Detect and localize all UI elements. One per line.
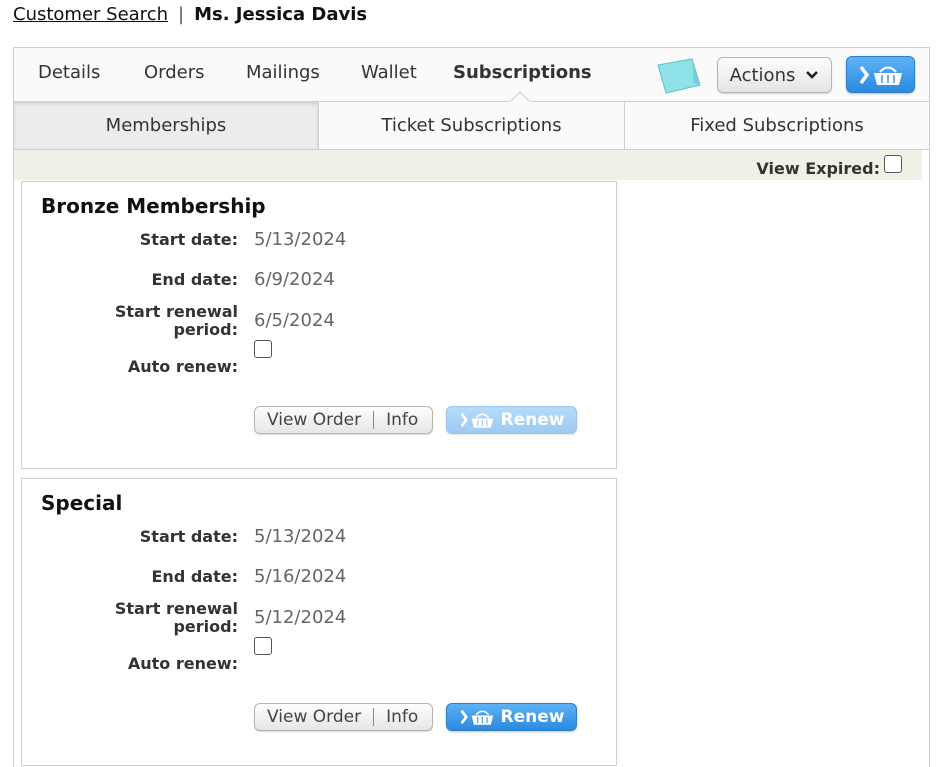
renewal-period-label: Start renewal period:	[115, 600, 238, 636]
start-date-value: 5/13/2024	[254, 526, 347, 547]
customer-name: Ms. Jessica Davis	[194, 4, 368, 25]
view-order-info-button: View Order Info	[254, 703, 433, 731]
subtab-memberships[interactable]: Memberships	[14, 102, 319, 149]
renewal-period-label-line2: period:	[173, 617, 238, 636]
view-order-info-button: View Order Info	[254, 406, 433, 434]
main-tab-bar: Details Orders Mailings Wallet Subscript…	[14, 48, 929, 103]
subtab-fixed-subscriptions[interactable]: Fixed Subscriptions	[625, 102, 929, 149]
info-button[interactable]: Info	[374, 410, 430, 430]
tab-mailings[interactable]: Mailings	[246, 62, 320, 83]
start-date-label: Start date:	[139, 527, 238, 546]
start-date-value: 5/13/2024	[254, 229, 347, 250]
sticky-note-icon[interactable]	[654, 55, 704, 95]
subtab-label: Memberships	[105, 115, 227, 136]
view-expired-label: View Expired:	[756, 159, 880, 178]
subtab-label: Fixed Subscriptions	[690, 115, 864, 136]
auto-renew-checkbox[interactable]	[254, 340, 272, 358]
renew-button[interactable]: Renew	[446, 703, 577, 731]
auto-renew-checkbox[interactable]	[254, 637, 272, 655]
end-date-label: End date:	[151, 567, 239, 586]
end-date-value: 5/16/2024	[254, 566, 347, 587]
subscription-subtabs: Memberships Ticket Subscriptions Fixed S…	[14, 102, 929, 150]
actions-button[interactable]: Actions	[717, 57, 832, 93]
membership-card: Bronze Membership Start date: 5/13/2024 …	[21, 181, 617, 469]
actions-label: Actions	[729, 64, 796, 86]
view-order-button[interactable]: View Order	[255, 707, 373, 727]
end-date-value: 6/9/2024	[254, 269, 335, 290]
chevron-down-icon	[806, 71, 819, 79]
customer-search-link[interactable]: Customer Search	[13, 4, 168, 25]
auto-renew-label: Auto renew:	[127, 357, 238, 376]
add-to-cart-button[interactable]	[846, 56, 915, 93]
renew-button[interactable]: Renew	[446, 406, 577, 434]
tab-orders[interactable]: Orders	[144, 62, 205, 83]
membership-title: Bronze Membership	[41, 194, 266, 218]
breadcrumb-separator: |	[178, 4, 185, 25]
basket-icon	[460, 413, 493, 428]
info-button[interactable]: Info	[374, 707, 430, 727]
renewal-period-value: 5/12/2024	[254, 607, 347, 628]
end-date-label: End date:	[151, 270, 239, 289]
subtab-label: Ticket Subscriptions	[381, 115, 562, 136]
renew-label: Renew	[500, 410, 565, 430]
renewal-period-label: Start renewal period:	[115, 303, 238, 339]
filter-bar: View Expired:	[14, 150, 922, 180]
customer-panel: Details Orders Mailings Wallet Subscript…	[13, 47, 930, 767]
renewal-period-value: 6/5/2024	[254, 310, 335, 331]
tab-details[interactable]: Details	[38, 62, 100, 83]
view-expired-checkbox[interactable]	[884, 155, 902, 173]
membership-title: Special	[41, 491, 123, 515]
subtab-ticket-subscriptions[interactable]: Ticket Subscriptions	[319, 102, 625, 149]
renewal-period-label-line1: Start renewal	[114, 302, 238, 321]
basket-icon	[859, 65, 902, 85]
tab-subscriptions[interactable]: Subscriptions	[453, 62, 592, 83]
renew-label: Renew	[500, 707, 565, 727]
membership-card: Special Start date: 5/13/2024 End date: …	[21, 478, 617, 766]
basket-icon	[460, 710, 493, 725]
renewal-period-label-line2: period:	[173, 320, 238, 339]
start-date-label: Start date:	[139, 230, 238, 249]
breadcrumb: Customer Search | Ms. Jessica Davis	[13, 4, 367, 26]
auto-renew-label: Auto renew:	[127, 654, 238, 673]
tab-wallet[interactable]: Wallet	[361, 62, 417, 83]
view-order-button[interactable]: View Order	[255, 410, 373, 430]
renewal-period-label-line1: Start renewal	[114, 599, 238, 618]
